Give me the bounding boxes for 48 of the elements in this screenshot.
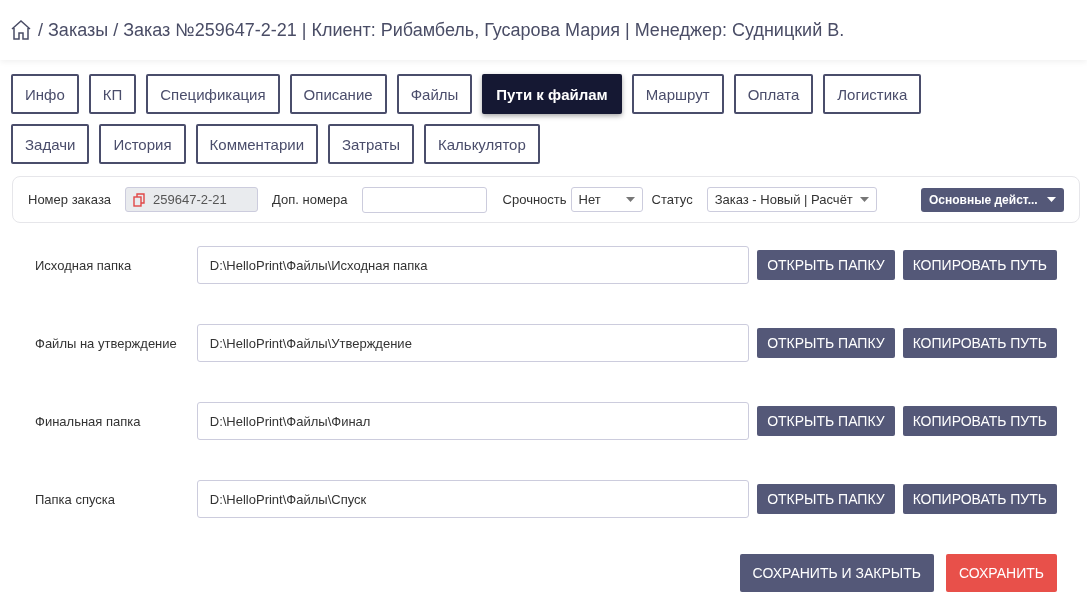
urgency-label: Срочность — [502, 192, 567, 207]
main-actions-button[interactable]: Основные дейст... — [921, 187, 1064, 212]
path-field[interactable]: D:\HelloPrint\Файлы\Утверждение — [196, 324, 750, 362]
tab[interactable]: Пути к файлам — [482, 74, 622, 114]
tab[interactable]: Инфо — [11, 74, 79, 114]
caret-icon — [859, 197, 869, 202]
tab[interactable]: КП — [88, 74, 137, 114]
extra-numbers-label: Доп. номера — [272, 192, 348, 207]
path-label: Финальная папка — [35, 413, 142, 429]
tab[interactable]: Описание — [289, 74, 387, 114]
tab[interactable]: Оплата — [733, 74, 814, 114]
path-field[interactable]: D:\HelloPrint\Файлы\Финал — [196, 402, 750, 440]
status-select[interactable]: Заказ - Новый | Расчёт — [706, 187, 877, 212]
copy-path-button[interactable]: КОПИРОВАТЬ ПУТЬ — [902, 328, 1057, 358]
copy-path-button[interactable]: КОПИРОВАТЬ ПУТЬ — [902, 406, 1057, 436]
order-number-value: 259647-2-21 — [153, 192, 227, 207]
open-folder-button[interactable]: ОТКРЫТЬ ПАПКУ — [757, 328, 895, 358]
tab[interactable]: Калькулятор — [424, 124, 540, 164]
caret-icon — [625, 197, 635, 202]
order-number-field[interactable]: 259647-2-21 — [125, 187, 259, 212]
urgency-select[interactable]: Нет — [570, 187, 643, 212]
status-label: Статус — [651, 192, 693, 207]
tab[interactable]: Файлы — [396, 74, 473, 114]
tab[interactable]: Маршрут — [631, 74, 724, 114]
path-field[interactable]: D:\HelloPrint\Файлы\Спуск — [196, 480, 750, 518]
caret-icon — [1047, 197, 1056, 202]
copy-path-button[interactable]: КОПИРОВАТЬ ПУТЬ — [902, 250, 1057, 280]
tab[interactable]: Задачи — [11, 124, 90, 164]
open-folder-button[interactable]: ОТКРЫТЬ ПАПКУ — [757, 406, 895, 436]
order-number-label: Номер заказа — [28, 192, 112, 207]
tab[interactable]: Спецификация — [146, 74, 280, 114]
breadcrumb: / Заказы / Заказ №259647-2-21 | Клиент: Рибамбель, Гусарова Мария | Менеджер: Судницкий В. — [38, 19, 845, 41]
extra-numbers-field[interactable] — [361, 186, 487, 213]
open-folder-button[interactable]: ОТКРЫТЬ ПАПКУ — [757, 250, 895, 280]
copy-path-button[interactable]: КОПИРОВАТЬ ПУТЬ — [902, 484, 1057, 514]
save-and-close-button[interactable]: СОХРАНИТЬ И ЗАКРЫТЬ — [739, 554, 934, 592]
copy-icon[interactable] — [133, 192, 146, 207]
path-label: Папка спуска — [35, 491, 117, 507]
tab[interactable]: Затраты — [328, 124, 414, 164]
tab[interactable]: Комментарии — [195, 124, 319, 164]
path-field[interactable]: D:\HelloPrint\Файлы\Исходная папка — [196, 246, 750, 284]
open-folder-button[interactable]: ОТКРЫТЬ ПАПКУ — [757, 484, 895, 514]
path-label: Файлы на утверждение — [35, 335, 178, 351]
tab[interactable]: Логистика — [823, 74, 922, 114]
save-button[interactable]: СОХРАНИТЬ — [945, 554, 1057, 592]
tab[interactable]: История — [99, 124, 186, 164]
home-icon[interactable] — [10, 20, 32, 40]
path-label: Исходная папка — [35, 257, 133, 273]
